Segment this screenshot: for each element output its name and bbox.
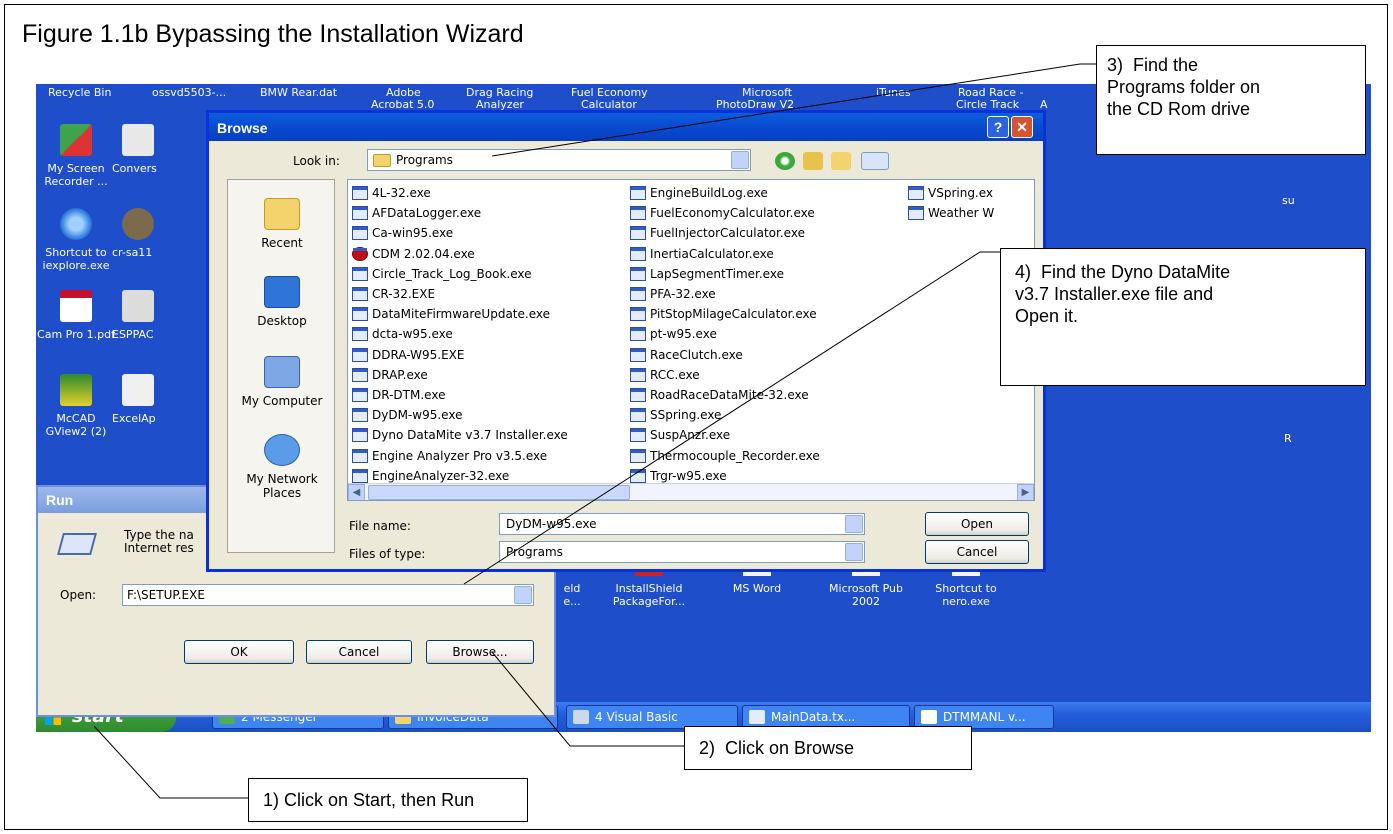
leader-step4 — [463, 251, 1000, 585]
callout-step1: 1) Click on Start, then Run — [248, 778, 528, 822]
callout-step4: 4) Find the Dyno DataMite v3.7 Installer… — [1000, 248, 1366, 386]
leader-step3 — [491, 63, 1096, 157]
leader-step1 — [93, 725, 248, 799]
callout-step2: 2) Click on Browse — [684, 726, 972, 770]
leader-step2 — [491, 651, 684, 747]
callout-step3: 3) Find the Programs folder on the CD Ro… — [1096, 45, 1366, 155]
